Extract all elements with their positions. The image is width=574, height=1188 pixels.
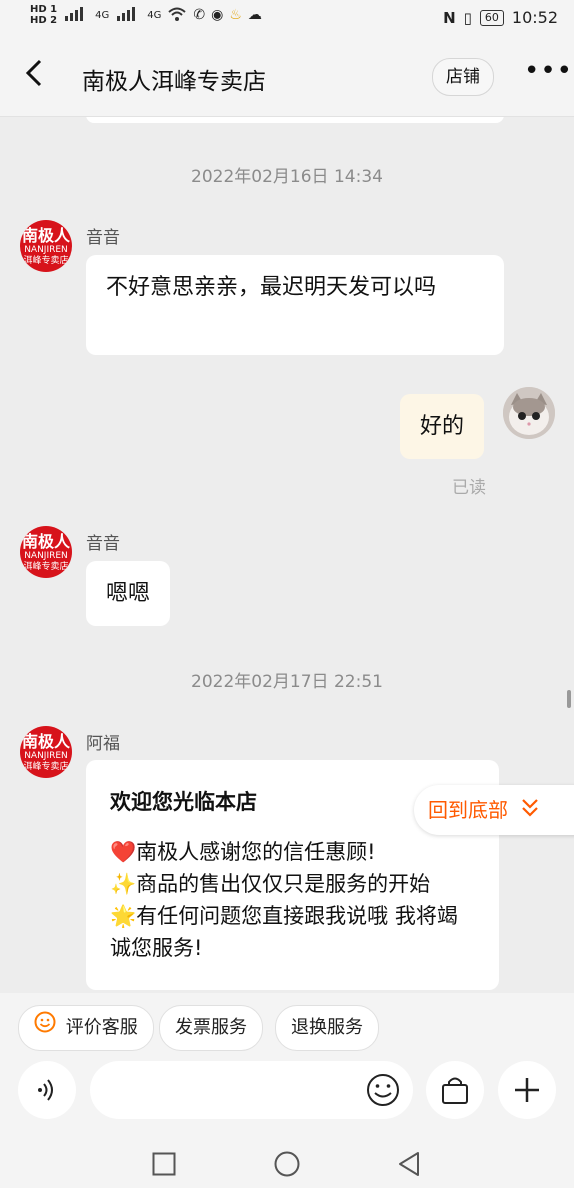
chat-list[interactable]: 2022年02月16日 14:34 南极人 NANJIREN 洱峰专卖店 音音 … (0, 117, 574, 993)
signal-icon-2 (115, 6, 141, 25)
message-input[interactable] (90, 1061, 413, 1119)
my-message-bubble[interactable]: 好的 (400, 394, 485, 459)
store-avatar[interactable]: 南极人 NANJIREN 洱峰专卖店 (20, 220, 72, 272)
scrollbar[interactable] (567, 690, 571, 708)
previous-message-card (86, 117, 504, 123)
recent-apps-icon[interactable] (152, 1152, 176, 1180)
plus-icon[interactable] (498, 1061, 556, 1119)
user-avatar[interactable] (503, 387, 555, 439)
logo-text: 南极人 (21, 226, 70, 245)
double-chevron-down-icon (520, 787, 540, 837)
emoji-icon[interactable] (366, 1073, 400, 1111)
wechat-icon: ☁ (247, 7, 262, 23)
logo-text: 南极人 (21, 732, 70, 751)
scroll-to-bottom-label: 回到底部 (428, 798, 508, 822)
timestamp: 2022年02月17日 22:51 (191, 672, 383, 692)
message-bubble[interactable]: 嗯嗯 (86, 561, 171, 626)
clock: 10:52 (511, 8, 558, 27)
status-bar: HD 1 HD 2 4G 4G ✆ ◉ ♨ ☁ N ▯ 60 10:52 (0, 0, 574, 36)
page-title: 南极人洱峰专卖店 (82, 69, 266, 95)
network-label-2: 4G (147, 9, 162, 21)
vibrate-icon: ▯ (463, 8, 472, 27)
welcome-line: ❤️南极人感谢您的信任惠顾! (110, 840, 376, 864)
welcome-line: ✨商品的售出仅仅只是服务的开始 (110, 872, 431, 896)
chat-header: 南极人洱峰专卖店 店铺 ••• (0, 36, 574, 117)
sender-name: 音音 (86, 534, 120, 554)
back-icon[interactable] (24, 58, 44, 96)
rate-service-label: 评价客服 (65, 1017, 138, 1038)
invoice-service-label: 发票服务 (175, 1017, 247, 1038)
logo-text: 南极人 (21, 532, 70, 551)
store-avatar[interactable]: 南极人 NANJIREN 洱峰专卖店 (20, 726, 72, 778)
back-nav-icon[interactable] (396, 1151, 422, 1181)
invoice-service-button[interactable]: 发票服务 (159, 1005, 263, 1051)
nfc-icon: N (443, 8, 456, 27)
status-right: N ▯ 60 10:52 (443, 8, 558, 27)
home-icon[interactable] (274, 1151, 300, 1181)
logo-store-name: 洱峰专卖店 (23, 256, 69, 266)
input-panel: 评价客服 发票服务 退换服务 (0, 993, 574, 1133)
welcome-line: 🌟有任何问题您直接跟我说哦 我将竭诚您服务! (110, 904, 458, 960)
timestamp: 2022年02月16日 14:34 (191, 167, 383, 187)
wifi-icon (167, 6, 187, 25)
logo-subtext: NANJIREN (24, 245, 68, 255)
missed-call-icon: ✆ (193, 7, 206, 23)
sender-name: 阿福 (86, 734, 120, 754)
scroll-to-bottom-button[interactable]: 回到底部 (414, 785, 574, 835)
read-status: 已读 (452, 478, 486, 498)
app-icon: ◉ (211, 7, 224, 23)
logo-subtext: NANJIREN (24, 551, 68, 561)
sim1-label: HD 1 (30, 4, 58, 15)
store-avatar[interactable]: 南极人 NANJIREN 洱峰专卖店 (20, 526, 72, 578)
smile-icon (34, 1006, 56, 1050)
status-left: HD 1 HD 2 4G 4G ✆ ◉ ♨ ☁ (30, 4, 262, 26)
return-service-label: 退换服务 (291, 1017, 363, 1038)
shop-button[interactable]: 店铺 (432, 58, 494, 96)
voice-icon[interactable] (18, 1061, 76, 1119)
return-service-button[interactable]: 退换服务 (275, 1005, 379, 1051)
more-icon[interactable]: ••• (524, 56, 573, 86)
notification-icon: ♨ (229, 7, 242, 23)
rate-service-button[interactable]: 评价客服 (18, 1005, 154, 1051)
signal-icon (63, 6, 89, 25)
logo-store-name: 洱峰专卖店 (23, 562, 69, 572)
logo-subtext: NANJIREN (24, 751, 68, 761)
battery-icon: 60 (479, 9, 504, 26)
system-nav-bar (0, 1133, 574, 1188)
shopping-bag-icon[interactable] (426, 1061, 484, 1119)
message-bubble[interactable]: 不好意思亲亲，最迟明天发可以吗 (86, 255, 504, 355)
logo-store-name: 洱峰专卖店 (23, 762, 69, 772)
sim2-label: HD 2 (30, 15, 58, 26)
network-label-1: 4G (95, 9, 110, 21)
sender-name: 音音 (86, 228, 120, 248)
